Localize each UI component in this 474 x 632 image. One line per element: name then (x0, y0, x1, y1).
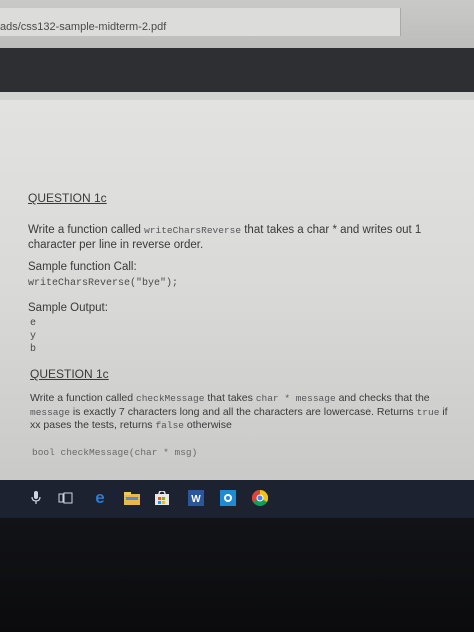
task-view-icon[interactable] (56, 488, 76, 508)
address-text: ads/css132-sample-midterm-2.pdf (0, 21, 167, 33)
question-text-part: Write a function called (30, 392, 137, 404)
question-text: Write a function called writeCharsRevers… (28, 223, 458, 252)
question-text-part: Write a function called (28, 224, 145, 236)
question-text: Write a function called checkMessage tha… (30, 392, 450, 433)
keyword-code: true (416, 406, 440, 418)
store-icon[interactable] (152, 488, 172, 508)
question-heading: QUESTION 1c (30, 367, 109, 381)
address-bar[interactable]: ads/css132-sample-midterm-2.pdf (0, 8, 401, 36)
function-signature: bool checkMessage(char * msg) (32, 447, 198, 458)
output-line: e (30, 318, 37, 329)
desk-area (0, 518, 474, 632)
svg-text:W: W (191, 494, 201, 505)
param-code: message (30, 406, 70, 418)
question-text-part: otherwise (184, 419, 232, 431)
sample-call-code: writeCharsReverse("bye"); (28, 278, 179, 289)
output-line: y (30, 331, 37, 342)
sample-output-label: Sample Output: (28, 302, 108, 314)
edge-icon[interactable]: e (90, 488, 110, 508)
pdf-toolbar (0, 48, 474, 92)
output-line: b (30, 344, 37, 355)
word-icon[interactable]: W (186, 488, 206, 508)
chrome-icon[interactable] (250, 488, 270, 508)
browser-address-strip: ads/css132-sample-midterm-2.pdf (0, 0, 474, 48)
microphone-icon[interactable] (26, 488, 46, 508)
photos-icon[interactable] (218, 488, 238, 508)
function-name: writeCharsReverse (144, 225, 242, 236)
keyword-code: false (155, 420, 184, 431)
taskbar: e W (0, 480, 474, 518)
sample-call-label: Sample function Call: (28, 261, 137, 273)
question-text-part: is exactly 7 characters long and all the… (69, 405, 417, 418)
question-heading: QUESTION 1c (28, 191, 107, 205)
function-name: checkMessage (136, 393, 205, 404)
question-text-part: and checks that the (335, 392, 430, 404)
param-code: char * message (255, 393, 336, 404)
question-text-part: that takes (204, 392, 256, 404)
file-explorer-icon[interactable] (122, 488, 142, 508)
